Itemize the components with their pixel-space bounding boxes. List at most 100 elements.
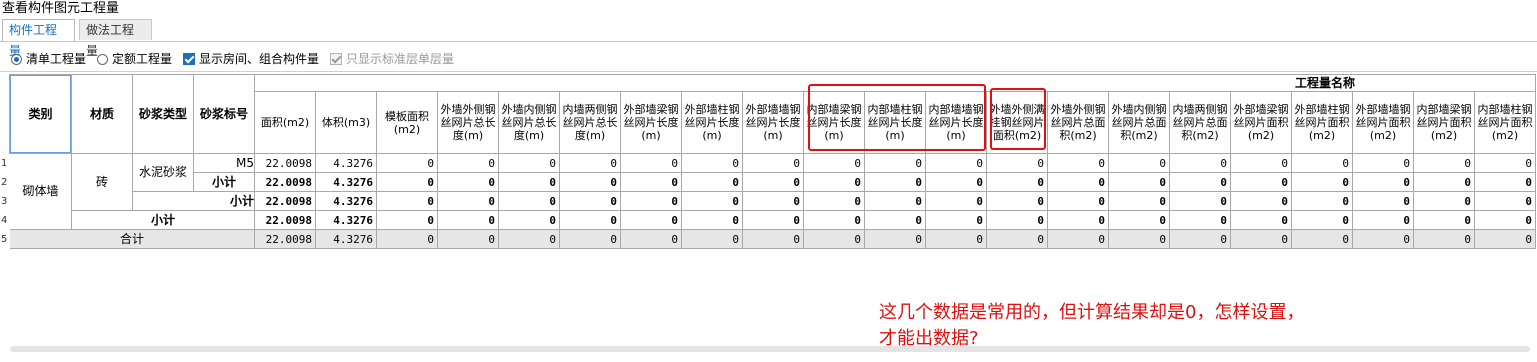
column-header-quantity-label: 外部墙柱钢丝网片面积(m2) <box>1294 103 1350 142</box>
value-cell: 0 <box>926 211 987 230</box>
value-cell: 0 <box>987 173 1048 192</box>
row-number: 5 <box>0 230 10 249</box>
value-cell: 0 <box>1109 173 1170 192</box>
value-cell: 0 <box>804 154 865 173</box>
value-cell: 0 <box>499 173 560 192</box>
tab-method-quantity[interactable]: 做法工程量 <box>79 19 152 58</box>
column-header-quantity-label: 外墙内侧钢丝网片总面积(m2) <box>1111 103 1167 142</box>
option-quota-quantity[interactable]: 定额工程量 <box>97 51 172 67</box>
value-cell: 0 <box>1109 211 1170 230</box>
value-cell: 0 <box>1109 192 1170 211</box>
value-cell: 0 <box>987 211 1048 230</box>
value-cell: 0 <box>1414 154 1475 173</box>
value-cell: 0 <box>1048 230 1109 249</box>
group-header-label: 工程量名称 <box>1294 75 1355 90</box>
column-header-quantity-label: 内墙两侧钢丝网片总面积(m2) <box>1172 103 1228 142</box>
value-cell: 0 <box>682 173 743 192</box>
column-header-quantity-label: 外部墙墙钢丝网片面积(m2) <box>1355 103 1411 142</box>
value-cell: 0 <box>926 173 987 192</box>
column-header-quantity-label: 外部墙梁钢丝网片长度(m) <box>623 103 679 142</box>
value-cell: 0 <box>1292 230 1353 249</box>
column-header-quantity: 模板面积(m2) <box>377 92 438 154</box>
tab-underline <box>0 41 1537 42</box>
option-bill-quantity[interactable]: 清单工程量 <box>11 51 86 67</box>
column-header-quantity: 外部墙墙钢丝网片长度(m) <box>743 92 804 154</box>
column-header-quantity: 外部墙柱钢丝网片长度(m) <box>682 92 743 154</box>
value-cell: 0 <box>621 211 682 230</box>
value-cell: 0 <box>743 173 804 192</box>
checkbox-checked-icon[interactable] <box>183 53 195 65</box>
column-header-quantity-label: 模板面积(m2) <box>385 109 429 136</box>
toolbar-separator <box>0 71 1537 72</box>
total-cell: 合计 <box>10 230 255 249</box>
option-show-rooms-label: 显示房间、组合构件量 <box>199 52 320 66</box>
value-cell: 0 <box>865 230 926 249</box>
value-cell: 0 <box>499 230 560 249</box>
value-cell: 0 <box>1231 230 1292 249</box>
value-cell: 0 <box>1414 211 1475 230</box>
value-cell: 0 <box>499 192 560 211</box>
value-cell: 0 <box>1231 173 1292 192</box>
value-cell: 0 <box>804 173 865 192</box>
value-cell: 0 <box>1292 192 1353 211</box>
column-header-quantity: 外部墙梁钢丝网片面积(m2) <box>1231 92 1292 154</box>
value-cell: 0 <box>682 230 743 249</box>
value-cell: 0 <box>1170 173 1231 192</box>
column-header-quantity-label: 外部墙柱钢丝网片长度(m) <box>684 103 740 142</box>
column-header-quantity-label: 外墙外侧钢丝网片总面积(m2) <box>1050 103 1106 142</box>
value-cell: 0 <box>865 192 926 211</box>
column-header-fixed-label: 砂浆类型 <box>138 106 187 121</box>
row-number: 3 <box>0 192 10 211</box>
subtotal-material: 小计 <box>133 192 255 211</box>
value-cell: 0 <box>621 154 682 173</box>
column-header-quantity-label: 外墙内侧钢丝网片总长度(m) <box>501 103 557 142</box>
value-cell: 0 <box>865 154 926 173</box>
value-cell: 0 <box>438 230 499 249</box>
column-header-quantity-label: 外部墙墙钢丝网片长度(m) <box>745 103 801 142</box>
annotation-line-1: 这几个数据是常用的，但计算结果却是0，怎样设置， <box>879 302 1305 323</box>
column-header-fixed: 砂浆类型 <box>133 75 194 154</box>
value-cell: 0 <box>987 192 1048 211</box>
value-cell: 0 <box>1048 211 1109 230</box>
value-cell: 0 <box>1292 173 1353 192</box>
annotation-comment: 这几个数据是常用的，但计算结果却是0，怎样设置， 才能出数据? <box>879 300 1304 352</box>
column-header-quantity: 体积(m3) <box>316 92 377 154</box>
highlight-box-inner-wall-lengths <box>808 84 986 151</box>
value-cell: 0 <box>1109 230 1170 249</box>
tab-component-quantity[interactable]: 构件工程量 <box>2 19 75 58</box>
value-cell: 0 <box>1048 173 1109 192</box>
radio-unselected-icon[interactable] <box>97 54 108 65</box>
column-header-quantity: 内部墙梁钢丝网片面积(m2) <box>1414 92 1475 154</box>
value-cell: 0 <box>743 154 804 173</box>
value-cell: 0 <box>1231 154 1292 173</box>
value-cell: 0 <box>1353 211 1414 230</box>
value-cell: 0 <box>1048 192 1109 211</box>
value-cell: 0 <box>1353 154 1414 173</box>
value-cell: 0 <box>1414 192 1475 211</box>
value-cell: 0 <box>865 173 926 192</box>
horizontal-scrollbar[interactable] <box>10 346 1530 352</box>
value-cell: 0 <box>560 230 621 249</box>
option-bill-label: 清单工程量 <box>26 52 87 66</box>
column-header-quantity: 内墙两侧钢丝网片总面积(m2) <box>1170 92 1231 154</box>
subtotal-mortar-type: 小计 <box>194 173 255 192</box>
value-cell: 0 <box>560 211 621 230</box>
column-header-quantity: 面积(m2) <box>255 92 316 154</box>
value-cell: 0 <box>987 230 1048 249</box>
row-number: 1 <box>0 154 10 173</box>
value-cell: 0 <box>1475 211 1536 230</box>
column-header-quantity: 外部墙梁钢丝网片长度(m) <box>621 92 682 154</box>
value-cell: 0 <box>377 192 438 211</box>
option-show-rooms[interactable]: 显示房间、组合构件量 <box>183 51 319 67</box>
value-cell: 0 <box>377 173 438 192</box>
value-cell: 0 <box>377 154 438 173</box>
options-toolbar: 清单工程量 定额工程量 显示房间、组合构件量 只显示标准层单层量 <box>0 49 1537 69</box>
radio-selected-icon[interactable] <box>11 54 22 65</box>
value-cell: 0 <box>1170 192 1231 211</box>
value-cell: 0 <box>743 192 804 211</box>
mortar-grade-cell: M5 <box>194 154 255 173</box>
value-cell: 0 <box>865 211 926 230</box>
value-cell: 4.3276 <box>316 154 377 173</box>
value-cell: 0 <box>682 154 743 173</box>
mortar-type-cell: 水泥砂浆 <box>133 154 194 192</box>
